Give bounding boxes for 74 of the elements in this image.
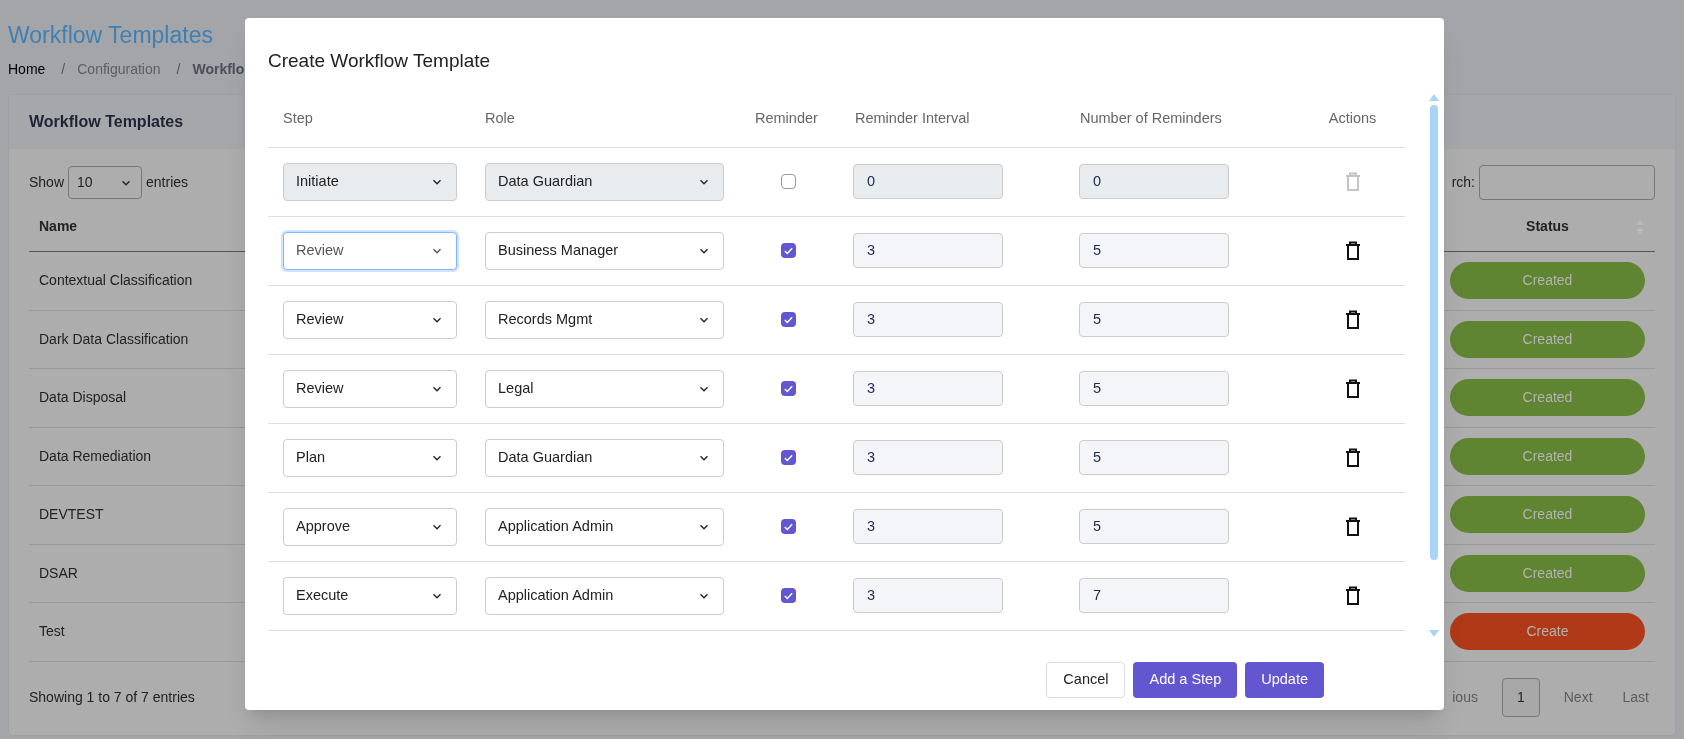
step-select[interactable]: Approve <box>283 507 457 546</box>
reminder-count-input[interactable]: 5 <box>1079 440 1229 475</box>
step-select[interactable]: Review <box>283 300 457 339</box>
entries-label: entries <box>146 173 189 192</box>
page-title: Workflow Templates <box>8 24 214 47</box>
role-select[interactable]: Application Admin <box>485 576 724 615</box>
checkmark-icon <box>783 452 794 463</box>
trash-icon[interactable] <box>1344 516 1361 537</box>
table-cell-text: Test <box>39 622 65 642</box>
column-header: Reminder <box>755 109 818 126</box>
role-select[interactable]: Data Guardian <box>485 438 724 477</box>
reminder-count-input[interactable]: 7 <box>1079 578 1229 613</box>
role-select[interactable]: Legal <box>485 369 724 408</box>
table-cell-text: Dark Data Classification <box>39 329 189 349</box>
column-header: Reminder Interval <box>855 109 970 126</box>
step-select[interactable]: Execute <box>283 576 457 615</box>
interval-input[interactable]: 3 <box>853 233 1003 268</box>
dialog-button[interactable]: Add a Step <box>1133 661 1238 698</box>
table-cell-text: Data Remediation <box>39 446 152 466</box>
interval-input[interactable]: 3 <box>853 302 1003 337</box>
reminder-count-input[interactable]: 5 <box>1079 371 1229 406</box>
scrollbar-thumb[interactable] <box>1430 104 1438 560</box>
checkmark-icon <box>783 383 794 394</box>
dialog-button[interactable]: Cancel <box>1046 661 1126 698</box>
page-size-select[interactable]: 10 <box>68 166 143 199</box>
interval-input[interactable]: 3 <box>853 509 1003 544</box>
table-cell-text: Contextual Classification <box>39 271 193 291</box>
checkmark-icon <box>783 590 794 601</box>
checkmark-icon <box>783 314 794 325</box>
trash-icon[interactable] <box>1344 309 1361 330</box>
role-select[interactable]: Records Mgmt <box>485 300 724 339</box>
checkmark-icon <box>783 245 794 256</box>
column-header: Actions <box>1328 109 1377 126</box>
trash-icon[interactable] <box>1344 378 1361 399</box>
breadcrumb-separator: / <box>176 60 181 79</box>
column-header[interactable]: Status <box>1526 216 1569 237</box>
table-info: Showing 1 to 7 of 7 entries <box>29 687 195 707</box>
table-cell-text: Data Disposal <box>39 388 127 408</box>
checkbox[interactable] <box>781 588 796 603</box>
trash-icon[interactable] <box>1344 447 1361 468</box>
interval-input[interactable]: 3 <box>853 440 1003 475</box>
dialog-title: Create Workflow Template <box>268 49 492 73</box>
step-select[interactable]: Review <box>283 369 457 408</box>
dialog-button[interactable]: Update <box>1245 661 1324 698</box>
reminder-count-input[interactable]: 5 <box>1079 233 1229 268</box>
table-cell-text: DSAR <box>39 563 78 583</box>
step-select[interactable]: Review <box>283 231 457 270</box>
checkbox[interactable] <box>781 519 796 534</box>
interval-input[interactable]: 3 <box>853 371 1003 406</box>
trash-icon[interactable] <box>1344 240 1361 261</box>
show-label: Show <box>29 173 65 192</box>
search-label: rch: <box>1451 173 1475 192</box>
checkmark-icon <box>783 521 794 532</box>
card-title: Workflow Templates <box>29 112 184 132</box>
pagination-link[interactable]: 1 <box>1501 677 1540 717</box>
trash-icon[interactable] <box>1344 585 1361 606</box>
reminder-count-input[interactable]: 5 <box>1079 509 1229 544</box>
role-select[interactable]: Business Manager <box>485 231 724 270</box>
search-field[interactable] <box>1479 165 1655 200</box>
table-cell-text: DEVTEST <box>39 505 104 525</box>
checkbox[interactable] <box>781 450 796 465</box>
checkbox[interactable] <box>781 312 796 327</box>
breadcrumb-link[interactable]: Home <box>8 59 46 80</box>
step-select[interactable]: Plan <box>283 438 457 477</box>
breadcrumb-separator: / <box>61 60 66 79</box>
column-header[interactable]: Name <box>39 216 78 237</box>
interval-input[interactable]: 3 <box>853 578 1003 613</box>
column-header: Number of Reminders <box>1080 109 1222 126</box>
checkbox[interactable] <box>781 381 796 396</box>
column-header: Step <box>283 109 313 126</box>
role-select[interactable]: Application Admin <box>485 507 724 546</box>
reminder-count-input[interactable]: 5 <box>1079 302 1229 337</box>
checkbox[interactable] <box>781 243 796 258</box>
column-header: Role <box>485 109 515 126</box>
